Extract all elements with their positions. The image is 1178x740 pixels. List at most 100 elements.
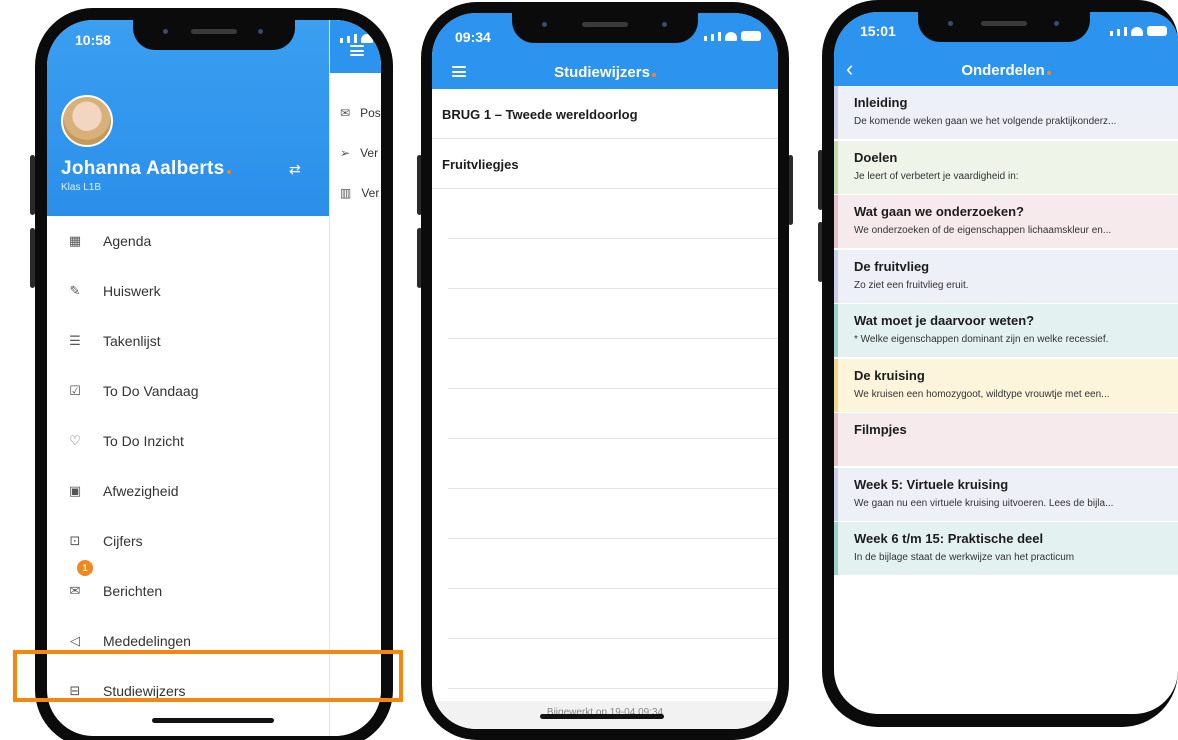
menu-item-label: Cijfers [103, 533, 143, 549]
user-name-text: Johanna Aalberts [61, 158, 225, 179]
menu-item-cijfers[interactable]: ⊡ Cijfers [47, 516, 329, 566]
section-item[interactable]: De kruising We kruisen een homozygoot, wi… [834, 358, 1178, 413]
page-title-text: Onderdelen [961, 62, 1045, 79]
home-indicator [152, 718, 274, 723]
menu-item-label: To Do Vandaag [103, 383, 199, 399]
pencil-icon: ✎ [69, 283, 81, 298]
list-separator [448, 389, 778, 439]
section-description: De komende weken gaan we het volgende pr… [854, 116, 1117, 127]
menu-item-to-do-inzicht[interactable]: ♡ To Do Inzicht [47, 416, 329, 466]
envelope-icon: ✉ [69, 583, 81, 598]
trash-icon: ▥ [340, 186, 352, 200]
section-description: Zo ziet een fruitvlieg eruit. [854, 279, 969, 291]
list-icon: ☰ [69, 333, 81, 348]
status-icons [704, 31, 761, 41]
user-name: Johanna Aalberts [61, 158, 231, 180]
menu-icon[interactable] [350, 45, 364, 56]
section-description: In de bijlage staat de werkwijze van het… [854, 552, 1075, 563]
list-separator [448, 439, 778, 489]
brand-dot [651, 73, 656, 77]
status-time: 09:34 [455, 29, 491, 45]
phone1-frame: 10:58 Johanna Aalberts Klas L1B ⇄ ✉ Pos ➢… [35, 8, 393, 740]
list-item[interactable]: BRUG 1 – Tweede wereldoorlog [432, 89, 778, 139]
section-title: Week 6 t/m 15: Praktische deel [854, 531, 1044, 546]
status-time: 10:58 [75, 32, 111, 48]
menu-item-label: To Do Inzicht [103, 433, 184, 449]
page-title-text: Studiewijzers [554, 64, 650, 81]
berichten-badge: 1 [77, 560, 93, 576]
calendar-check-icon: ▣ [68, 483, 82, 498]
section-title: Wat gaan we onderzoeken? [854, 204, 1024, 219]
behind-item-label: Pos [360, 106, 381, 120]
menu-item-huiswerk[interactable]: ✎ Huiswerk [47, 266, 329, 316]
pen-icon: ✐ [67, 733, 83, 736]
user-class: Klas L1B [61, 182, 102, 193]
section-item[interactable]: Wat moet je daarvoor weten? * Welke eigen… [834, 304, 1178, 358]
phone1-screen: 10:58 Johanna Aalberts Klas L1B ⇄ ✉ Pos ➢… [47, 20, 381, 736]
section-title: Inleiding [854, 95, 908, 110]
section-color-stripe [834, 140, 838, 194]
section-color-stripe [834, 195, 838, 248]
section-color-stripe [834, 358, 838, 412]
section-description: We kruisen een homozygoot, wildtype vrou… [854, 388, 1110, 400]
menu-item-afwezigheid[interactable]: ▣ Afwezigheid [47, 466, 329, 516]
list-item[interactable]: Fruitvliegjes [432, 139, 778, 189]
menu-item-label: Afwezigheid [103, 483, 179, 499]
page-title: Studiewijzers [432, 64, 778, 81]
notch [512, 13, 698, 43]
section-item[interactable]: Week 6 t/m 15: Praktische deel In de bijl… [834, 522, 1178, 576]
menu-item-label: Mededelingen [103, 633, 191, 649]
calendar-icon: ▦ [68, 233, 82, 248]
menu-item-label: Berichten [103, 583, 163, 599]
behind-item-label: Ver [360, 146, 379, 160]
list-separator [448, 489, 778, 539]
section-color-stripe [834, 249, 838, 303]
list-item-title: BRUG 1 – Tweede wereldoorlog [442, 107, 638, 122]
section-item[interactable]: Week 5: Virtuele kruising We gaan nu een … [834, 467, 1178, 522]
section-title: De kruising [854, 367, 925, 383]
menu-item-label: Huiswerk [103, 283, 161, 299]
section-color-stripe [834, 86, 838, 139]
checkbox-icon: ☑ [69, 383, 81, 398]
section-description: * Welke eigenschappen dominant zijn en w… [854, 334, 1109, 345]
list-separator [448, 189, 778, 239]
menu-item-to-do-vandaag[interactable]: ☑ To Do Vandaag [47, 366, 329, 416]
phone3-frame: 15:01 ‹ Onderdelen Inleiding De komende w… [822, 0, 1178, 727]
behind-panel: ✉ Pos ➢ Ver ▥ Ver [329, 20, 381, 736]
list-separator [448, 239, 778, 289]
section-title: Week 5: Virtuele kruising [854, 476, 1009, 492]
section-item[interactable]: Inleiding De komende weken gaan we het vo… [834, 86, 1178, 140]
behind-item-trash: ▥ Ver [340, 186, 379, 200]
section-title: Wat moet je daarvoor weten? [854, 313, 1035, 328]
menu-item-takenlijst[interactable]: ☰ Takenlijst [47, 316, 329, 366]
behind-panel-header [330, 20, 381, 73]
section-item[interactable]: De fruitvlieg Zo ziet een fruitvlieg erui… [834, 249, 1178, 304]
switch-account-icon[interactable]: ⇄ [289, 161, 301, 178]
behind-item-sent: ➢ Ver [340, 146, 378, 160]
section-description: We onderzoeken of de eigenschappen licha… [854, 225, 1112, 236]
avatar[interactable] [61, 95, 113, 147]
list-separator [448, 639, 778, 689]
notch [133, 20, 295, 50]
menu-item-label: Ondrachten [103, 733, 176, 736]
highlight-box [13, 650, 403, 702]
notch [918, 12, 1090, 42]
behind-item-label: Ver [361, 186, 380, 200]
page-title: Onderdelen [834, 62, 1178, 79]
home-indicator [540, 714, 664, 719]
section-item[interactable]: Doelen Je leert of verbetert je vaardighe… [834, 140, 1178, 195]
list-separator [448, 339, 778, 389]
status-icons [1110, 26, 1167, 36]
status-icons [340, 33, 381, 43]
phone3-screen: 15:01 ‹ Onderdelen Inleiding De komende w… [834, 12, 1178, 714]
section-title: Filmpjes [854, 422, 907, 437]
list-separator [448, 289, 778, 339]
menu-item-agenda[interactable]: ▦ Agenda [47, 216, 329, 266]
section-item[interactable]: Filmpjes [834, 413, 1178, 467]
section-color-stripe [834, 522, 838, 575]
menu-item-label: Takenlijst [103, 333, 161, 349]
brand-dot [226, 170, 231, 174]
section-item[interactable]: Wat gaan we onderzoeken? We onderzoeken o… [834, 195, 1178, 249]
megaphone-icon: ◁ [70, 633, 80, 648]
list-separator [448, 589, 778, 639]
